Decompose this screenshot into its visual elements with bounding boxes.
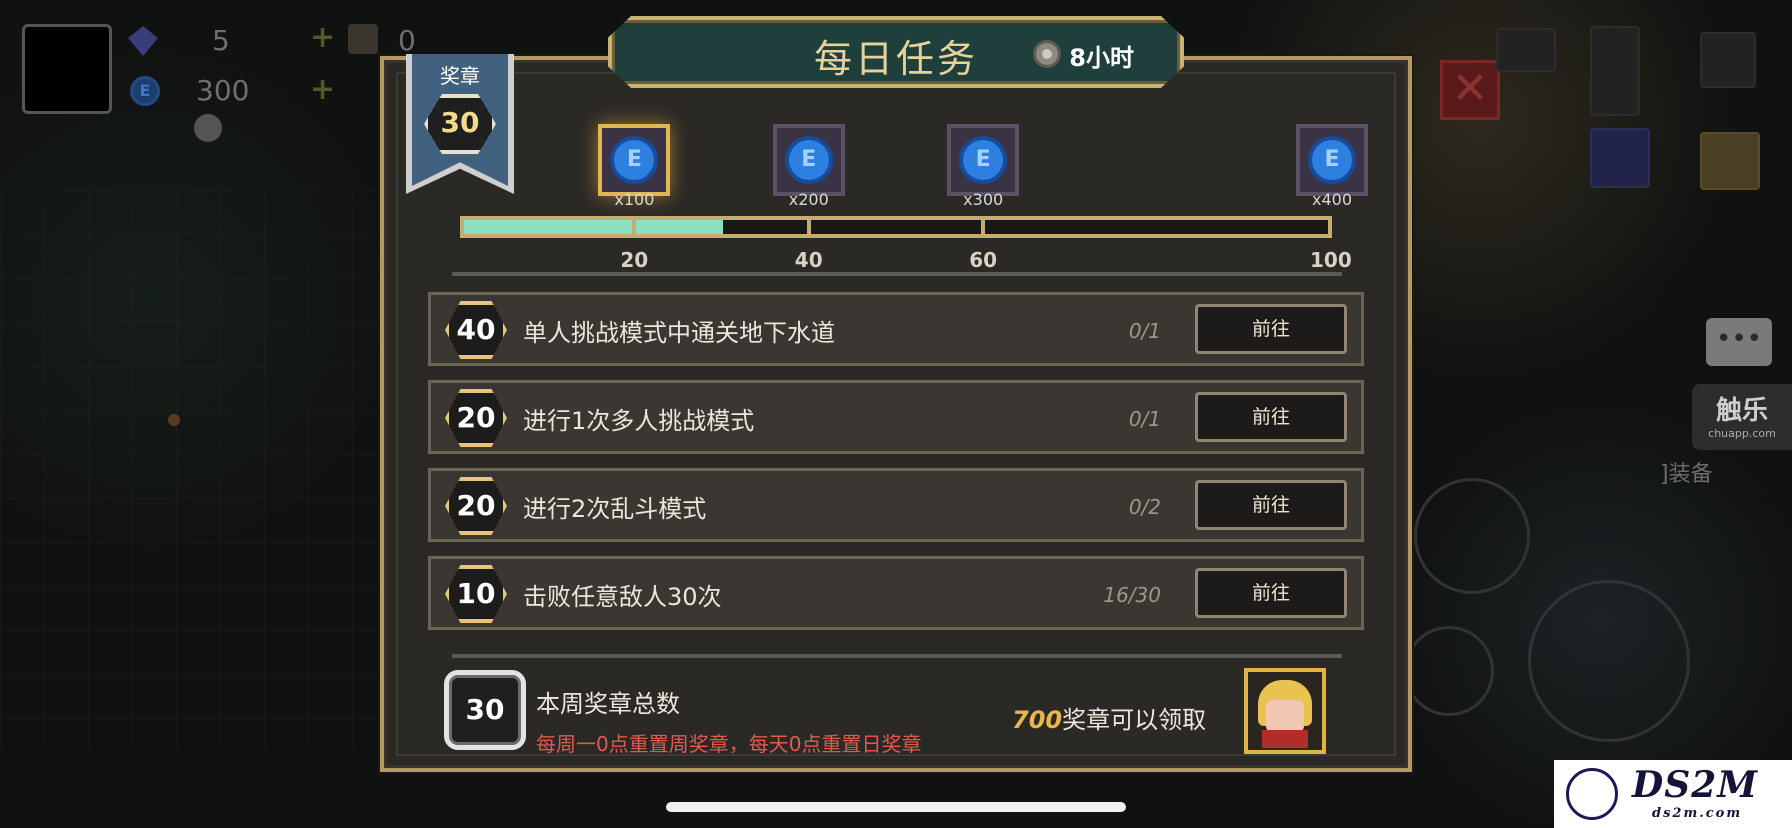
watermark-url: chuapp.com	[1708, 427, 1776, 440]
progress-tick	[806, 216, 811, 238]
go-button[interactable]: 前往	[1195, 304, 1347, 354]
timer-text: 8小时	[1069, 44, 1134, 72]
status-dot	[194, 114, 222, 142]
reward-chest[interactable]: E	[1296, 124, 1368, 196]
progress-tick	[632, 216, 637, 238]
close-icon: ✕	[1451, 63, 1489, 114]
key-icon	[348, 24, 378, 54]
ds2m-logo-icon	[1566, 768, 1618, 820]
task-progress: 0/1	[1128, 319, 1161, 343]
claim-label: 奖章可以领取	[1062, 706, 1207, 734]
task-progress: 0/2	[1128, 495, 1161, 519]
energy-coin-icon: E	[610, 136, 659, 184]
ds2m-watermark: DS2M ds2m.com	[1554, 760, 1792, 828]
progress-bar	[460, 216, 1332, 238]
reward-quantity: x100	[614, 190, 655, 209]
settings-button[interactable]	[1700, 32, 1756, 88]
claim-info: 700奖章可以领取	[1012, 700, 1206, 735]
energy-coin-icon: E	[1308, 136, 1356, 184]
coin-icon: E	[130, 76, 160, 106]
task-progress: 16/30	[1103, 583, 1161, 607]
medal-label: 奖章	[440, 64, 480, 88]
progress-tick-label: 60	[969, 248, 998, 272]
gift-button[interactable]	[1590, 128, 1650, 188]
reset-note: 每周一0点重置周奖章，每天0点重置日奖章	[536, 732, 922, 756]
task-row: 20 进行1次多人挑战模式 0/1 前往	[428, 380, 1364, 454]
divider-top	[452, 272, 1342, 276]
gem-count: 5	[212, 24, 230, 57]
task-row: 10 击败任意敌人30次 16/30 前往	[428, 556, 1364, 630]
task-progress: 0/1	[1128, 407, 1161, 431]
progress-tick-label: 20	[620, 248, 649, 272]
floor-light	[168, 414, 180, 426]
skill-button[interactable]	[1414, 478, 1530, 594]
reward-chest[interactable]: E	[772, 124, 845, 196]
character-body	[1262, 730, 1308, 748]
progress-tick	[981, 216, 986, 238]
menu-button[interactable]	[1590, 26, 1640, 116]
claim-number: 700	[1012, 706, 1063, 734]
attack-joystick[interactable]	[1528, 580, 1690, 742]
equip-label[interactable]: ]装备	[1660, 456, 1713, 488]
energy-coin-icon: E	[784, 136, 833, 184]
reset-timer: 8小时	[1033, 38, 1134, 73]
plus-icon[interactable]: +	[310, 72, 335, 107]
task-description: 击败任意敌人30次	[523, 583, 722, 611]
task-row: 20 进行2次乱斗模式 0/2 前往	[428, 468, 1364, 542]
ds2m-url: ds2m.com	[1652, 806, 1743, 821]
chat-button[interactable]: •••	[1706, 318, 1772, 366]
ds2m-title: DS2M	[1632, 764, 1759, 806]
task-row: 40 单人挑战模式中通关地下水道 0/1 前往	[428, 292, 1364, 366]
task-points-badge: 40	[445, 301, 507, 359]
progress-tick-label: 40	[794, 248, 823, 272]
go-button[interactable]: 前往	[1195, 480, 1347, 530]
close-button[interactable]: ✕	[1440, 60, 1500, 120]
chat-icon: •••	[1715, 324, 1762, 354]
home-indicator[interactable]	[666, 802, 1126, 812]
reward-quantity: x200	[788, 190, 829, 209]
weekly-title: 本周奖章总数	[536, 690, 680, 718]
task-points-badge: 20	[445, 389, 507, 447]
reward-chest[interactable]: E	[598, 124, 671, 196]
reward-quantity: x300	[963, 190, 1004, 209]
task-points-badge: 20	[445, 477, 507, 535]
title-plate: 每日任务 8小时	[608, 16, 1184, 88]
event-button[interactable]	[1700, 132, 1760, 190]
weapon-button[interactable]	[1404, 626, 1494, 716]
task-description: 单人挑战模式中通关地下水道	[523, 319, 835, 347]
reward-quantity: x400	[1311, 190, 1352, 209]
reward-chest[interactable]: E	[947, 124, 1020, 196]
character-face	[1266, 700, 1304, 732]
divider-bottom	[452, 654, 1342, 658]
go-button[interactable]: 前往	[1195, 568, 1347, 618]
weekly-medal-badge: 30	[444, 670, 526, 750]
energy-coin-icon: E	[959, 136, 1008, 184]
task-description: 进行2次乱斗模式	[523, 495, 707, 523]
chuapp-watermark: 触乐 chuapp.com	[1692, 384, 1792, 450]
key-count: 0	[398, 24, 416, 57]
progress-tick-label: 100	[1310, 248, 1352, 272]
mail-button[interactable]	[1496, 28, 1556, 72]
watermark-title: 触乐	[1715, 396, 1768, 426]
progress-fill	[464, 220, 724, 234]
task-description: 进行1次多人挑战模式	[523, 407, 755, 435]
player-avatar[interactable]	[22, 24, 112, 114]
dungeon-floor	[0, 190, 380, 750]
go-button[interactable]: 前往	[1195, 392, 1347, 442]
task-points-badge: 10	[445, 565, 507, 623]
coin-count: 300	[196, 74, 250, 107]
weekly-reward-character[interactable]	[1244, 668, 1326, 754]
plus-icon[interactable]: +	[310, 20, 335, 55]
